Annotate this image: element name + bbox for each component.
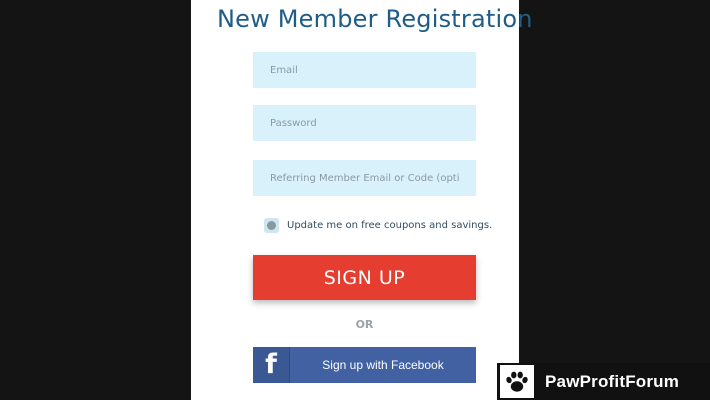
- paw-icon: [500, 365, 534, 398]
- watermark-banner: PawProfitForum: [497, 363, 710, 400]
- newsletter-option[interactable]: Update me on free coupons and savings.: [264, 217, 492, 233]
- registration-panel: New Member Registration Update me on fre…: [191, 0, 533, 400]
- facebook-signup-button[interactable]: f Sign up with Facebook: [253, 347, 476, 383]
- facebook-icon: f: [253, 347, 290, 383]
- signup-button[interactable]: SIGN UP: [253, 255, 476, 300]
- facebook-icon-letter: f: [265, 349, 277, 380]
- facebook-signup-label: Sign up with Facebook: [322, 358, 444, 372]
- password-field[interactable]: [253, 105, 476, 141]
- newsletter-checkbox[interactable]: [264, 217, 279, 233]
- screen: New Member Registration Update me on fre…: [0, 0, 710, 400]
- watermark-brand-name: PawProfitForum: [545, 371, 680, 391]
- email-field[interactable]: [253, 52, 476, 88]
- page-title: New Member Registration: [217, 5, 533, 33]
- referral-field[interactable]: [253, 160, 476, 196]
- newsletter-label: Update me on free coupons and savings.: [287, 219, 493, 231]
- or-divider-text: OR: [355, 318, 374, 331]
